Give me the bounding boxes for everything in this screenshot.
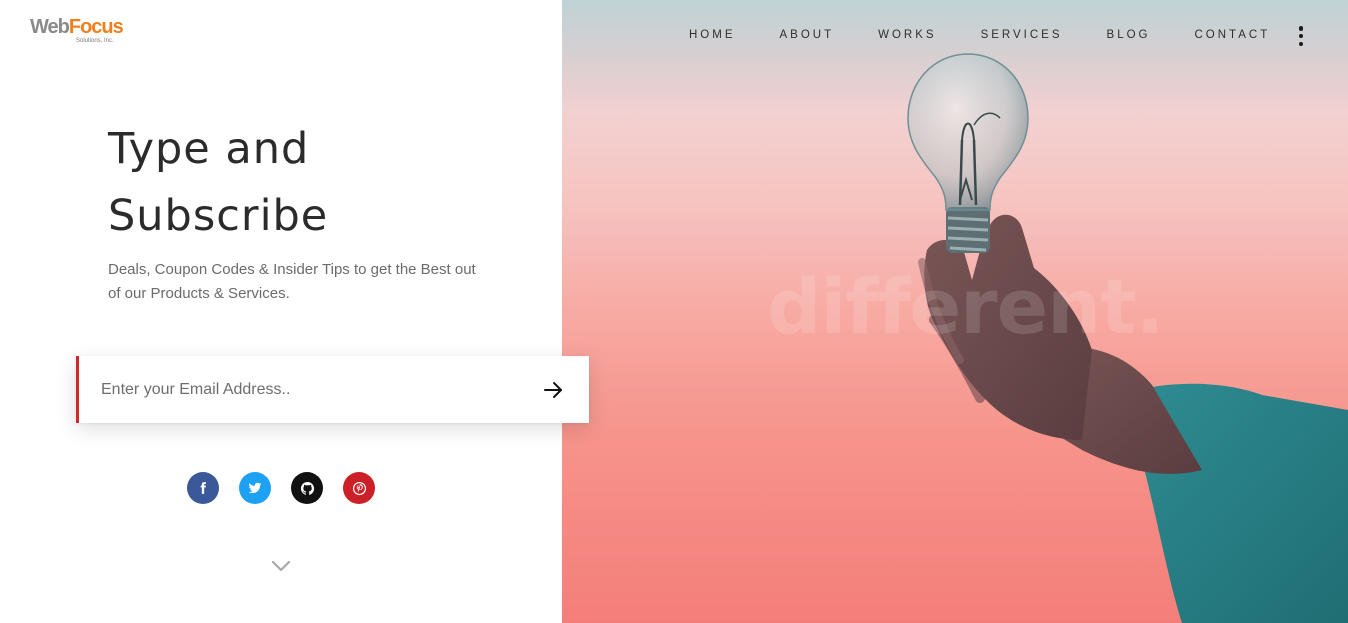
vertical-dots-icon[interactable]	[1296, 26, 1306, 46]
twitter-link[interactable]	[239, 472, 271, 504]
page: WebFocus Solutions, Inc. Type and Subscr…	[0, 0, 1348, 623]
pinterest-link[interactable]	[343, 472, 375, 504]
nav-item-works[interactable]: WORKS	[878, 27, 936, 43]
hero-image-panel: different. HOME ABOUT WORKS SERVICES BLO…	[562, 0, 1348, 623]
pinterest-icon	[352, 481, 366, 495]
headline-line-1: Type and	[108, 124, 310, 174]
scroll-down-button[interactable]	[271, 559, 291, 573]
brand-logo[interactable]: WebFocus Solutions, Inc.	[30, 16, 130, 50]
logo-tagline: Solutions, Inc.	[76, 38, 114, 44]
main-nav: HOME ABOUT WORKS SERVICES BLOG CONTACT	[689, 27, 1270, 43]
logo-web-text: Web	[30, 16, 70, 38]
hero-headline: Type and Subscribe	[108, 116, 528, 250]
subscribe-submit-button[interactable]	[539, 376, 567, 404]
left-panel: WebFocus Solutions, Inc. Type and Subscr…	[0, 0, 562, 623]
chevron-down-icon	[271, 560, 291, 572]
facebook-icon	[200, 482, 206, 494]
hero-subtitle: Deals, Coupon Codes & Insider Tips to ge…	[108, 261, 476, 302]
menu-dot	[1298, 26, 1304, 31]
email-input[interactable]	[99, 356, 519, 423]
menu-dot	[1298, 41, 1304, 46]
arrow-right-icon	[544, 382, 562, 398]
watermark-text: different.	[767, 262, 1164, 351]
facebook-link[interactable]	[187, 472, 219, 504]
social-links	[187, 472, 375, 504]
nav-item-services[interactable]: SERVICES	[981, 27, 1063, 43]
github-link[interactable]	[291, 472, 323, 504]
github-icon	[300, 481, 314, 495]
subscribe-form	[76, 356, 589, 423]
nav-item-home[interactable]: HOME	[689, 27, 736, 43]
twitter-icon	[248, 482, 262, 494]
menu-dot	[1298, 33, 1304, 39]
logo-wordmark: WebFocus	[30, 16, 124, 39]
headline-line-2: Subscribe	[108, 191, 329, 241]
logo-focus-text: Focus	[68, 16, 124, 38]
nav-item-contact[interactable]: CONTACT	[1195, 27, 1271, 43]
nav-item-blog[interactable]: BLOG	[1107, 27, 1151, 43]
nav-item-about[interactable]: ABOUT	[780, 27, 835, 43]
